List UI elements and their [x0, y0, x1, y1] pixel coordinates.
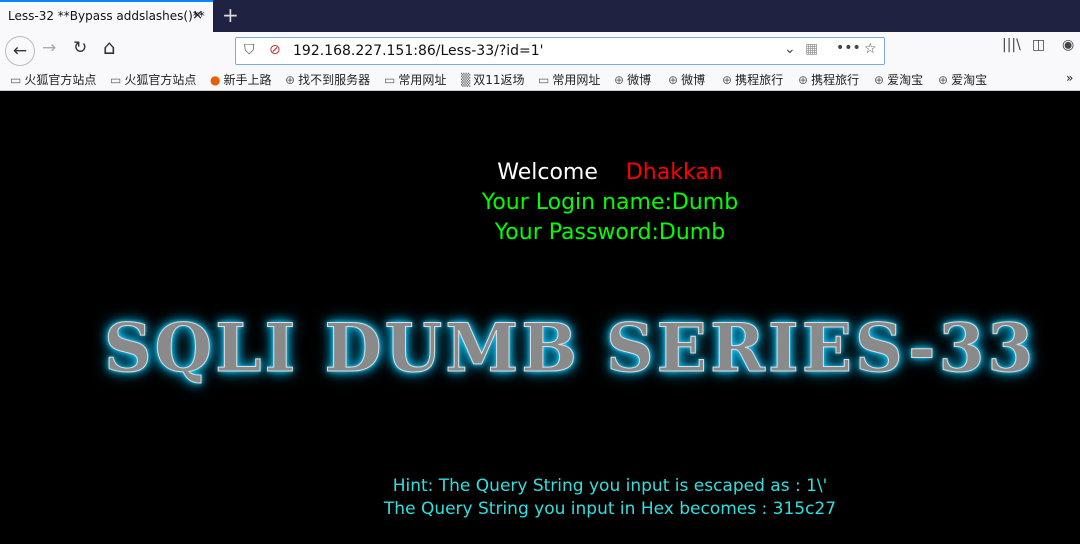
- page-content: Welcome Dhakkan Your Login name:Dumb You…: [0, 92, 1080, 544]
- bookmark-item[interactable]: ▭ 常用网址: [384, 71, 446, 88]
- bookmark-item[interactable]: ⊕ 微博: [614, 71, 651, 88]
- bookmark-item[interactable]: ⊕ 微博: [668, 71, 705, 88]
- folder-icon: ▭: [538, 73, 550, 87]
- hint-text: Hint: The Query String you input is esca…: [392, 476, 828, 496]
- more-bookmarks-icon[interactable]: »: [1066, 71, 1073, 85]
- bookmarks-toolbar: ▭ 火狐官方站点 ▭ 火狐官方站点 ● 新手上路 ⊕ 找不到服务器 ▭ 常用网址 ▒ 双11…: [0, 68, 1080, 91]
- folder-icon: ▭: [110, 73, 122, 87]
- star-icon[interactable]: ☆: [864, 41, 877, 57]
- folder-icon: ▭: [384, 73, 396, 87]
- globe-icon: ⊕: [938, 73, 949, 87]
- bookmark-item[interactable]: ▒ 双11返场: [461, 71, 525, 88]
- bookmark-item[interactable]: ⊕ 爱淘宝: [874, 71, 923, 88]
- shield-icon[interactable]: ⛉: [244, 42, 255, 58]
- bookmark-item[interactable]: ● 新手上路: [210, 71, 272, 88]
- bookmark-item[interactable]: ⊕ 携程旅行: [798, 71, 859, 88]
- url-text[interactable]: 192.168.227.151:86/Less-33/?id=1': [293, 43, 544, 59]
- library-icon[interactable]: |||\: [1002, 37, 1021, 53]
- new-tab-button[interactable]: +: [222, 3, 239, 27]
- firefox-icon: ●: [210, 73, 221, 87]
- bookmark-item[interactable]: ▭ 火狐官方站点: [110, 71, 196, 88]
- sidebar-icon[interactable]: ◫: [1032, 37, 1045, 53]
- tab-bar: Less-32 **Bypass addslashes()** × +: [0, 0, 1080, 32]
- bookmark-item[interactable]: ⊕ 爱淘宝: [938, 71, 987, 88]
- globe-icon: ⊕: [722, 73, 733, 87]
- forward-button[interactable]: →: [42, 38, 56, 58]
- bookmark-item[interactable]: ▭ 火狐官方站点: [10, 71, 96, 88]
- welcome-line: Welcome Dhakkan: [497, 160, 723, 185]
- sqli-logo: SQLI DUMB SERIES-33: [103, 309, 1037, 388]
- globe-icon: ⊕: [614, 73, 625, 87]
- chevron-down-icon[interactable]: ⌄: [784, 41, 796, 57]
- globe-icon: ⊕: [285, 73, 296, 87]
- globe-icon: ⊕: [668, 73, 679, 87]
- back-button[interactable]: ←: [5, 36, 35, 66]
- account-icon[interactable]: ◉: [1062, 37, 1074, 53]
- navigation-bar: ← → ↻ ⌂ ⛉ ⊘ 192.168.227.151:86/Less-33/?…: [0, 32, 1080, 68]
- globe-icon: ⊕: [798, 73, 809, 87]
- close-tab-icon[interactable]: ×: [192, 8, 203, 23]
- tab-title: Less-32 **Bypass addslashes()**: [8, 9, 205, 23]
- reload-button[interactable]: ↻: [73, 38, 87, 58]
- bookmark-item[interactable]: ▭ 常用网址: [538, 71, 600, 88]
- qr-code-icon[interactable]: ▦: [805, 41, 818, 57]
- hex-text: The Query String you input in Hex become…: [383, 499, 837, 519]
- bookmark-item[interactable]: ⊕ 找不到服务器: [285, 71, 370, 88]
- globe-icon: ⊕: [874, 73, 885, 87]
- tab-active[interactable]: Less-32 **Bypass addslashes()** ×: [0, 0, 213, 32]
- bookmark-item[interactable]: ⊕ 携程旅行: [722, 71, 783, 88]
- image-icon: ▒: [461, 73, 471, 87]
- insecure-lock-icon[interactable]: ⊘: [269, 42, 281, 58]
- url-bar[interactable]: ⛉ ⊘ 192.168.227.151:86/Less-33/?id=1' ⌄ …: [235, 37, 885, 65]
- login-name: Your Login name:Dumb: [481, 190, 739, 215]
- username: Dhakkan: [625, 160, 723, 185]
- folder-icon: ▭: [10, 73, 22, 87]
- more-icon[interactable]: •••: [836, 40, 861, 56]
- password: Your Password:Dumb: [494, 220, 726, 245]
- home-button[interactable]: ⌂: [103, 35, 116, 59]
